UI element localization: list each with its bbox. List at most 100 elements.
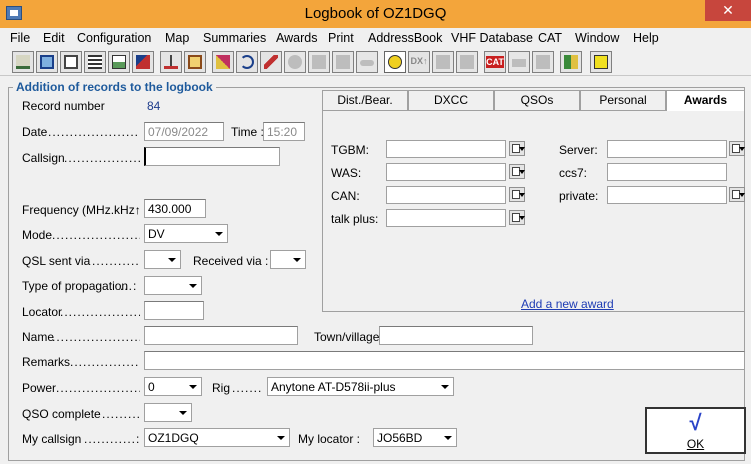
menu-summaries[interactable]: Summaries	[203, 31, 266, 45]
ok-button[interactable]: √ OK	[645, 407, 746, 454]
toolbar-btn-card[interactable]	[184, 51, 206, 73]
toolbar-btn-exit[interactable]	[560, 51, 582, 73]
chevron-down-icon[interactable]	[210, 225, 227, 242]
award-field-server[interactable]	[607, 140, 727, 158]
tab-dist-bear[interactable]: Dist./Bear.	[322, 90, 408, 110]
tab-awards[interactable]: Awards	[666, 90, 745, 111]
propagation-dots: ...:	[120, 279, 138, 293]
toolbar-btn-pencil[interactable]	[260, 51, 282, 73]
award-picker-was-icon[interactable]	[509, 164, 525, 179]
toolbar-btn-grid[interactable]	[84, 51, 106, 73]
menu-edit[interactable]: Edit	[43, 31, 65, 45]
toolbar-btn-dx[interactable]: DX↑	[408, 51, 430, 73]
toolbar-btn-logbook[interactable]	[12, 51, 34, 73]
grid-icon	[88, 55, 102, 69]
propagation-select[interactable]	[144, 276, 202, 295]
menu-window[interactable]: Window	[575, 31, 619, 45]
my-locator-select[interactable]: JO56BD	[373, 428, 457, 447]
toolbar-btn-disabled-7[interactable]	[532, 51, 554, 73]
add-award-link[interactable]: Add a new award	[521, 297, 614, 311]
chevron-down-icon[interactable]	[288, 251, 305, 268]
power-value: 0	[148, 380, 155, 394]
link-icon	[360, 60, 374, 66]
toolbar-btn-disabled-3[interactable]	[332, 51, 354, 73]
award-field-can[interactable]	[386, 186, 506, 204]
edit-icon	[216, 55, 230, 69]
my-locator-value: JO56BD	[377, 431, 423, 445]
square-icon	[460, 55, 474, 69]
toolbar-btn-disabled-1[interactable]	[284, 51, 306, 73]
toolbar-btn-keyboard[interactable]	[508, 51, 530, 73]
toolbar-btn-disabled-6[interactable]	[456, 51, 478, 73]
remarks-input[interactable]	[144, 351, 745, 370]
award-picker-talk-plus-icon[interactable]	[509, 210, 525, 225]
toolbar-btn-edit[interactable]	[212, 51, 234, 73]
callsign-input[interactable]	[144, 147, 280, 166]
award-picker-server-icon[interactable]	[729, 141, 745, 156]
award-field-was[interactable]	[386, 163, 506, 181]
redo-icon	[240, 55, 254, 69]
award-picker-private-icon[interactable]	[729, 187, 745, 202]
award-picker-tgbm-icon[interactable]	[509, 141, 525, 156]
exit-icon	[564, 55, 578, 69]
award-picker-can-icon[interactable]	[509, 187, 525, 202]
antenna-icon	[164, 55, 178, 69]
toolbar-btn-redo[interactable]	[236, 51, 258, 73]
rig-select[interactable]: Anytone AT-D578ii-plus	[267, 377, 454, 396]
chevron-down-icon[interactable]	[163, 251, 180, 268]
power-select[interactable]: 0	[144, 377, 202, 396]
close-button[interactable]: ✕	[705, 0, 751, 21]
my-callsign-select[interactable]: OZ1DGQ	[144, 428, 290, 447]
toolbar-btn-map[interactable]	[36, 51, 58, 73]
toolbar-btn-image[interactable]	[108, 51, 130, 73]
menu-file[interactable]: File	[10, 31, 30, 45]
toolbar-btn-disabled-4[interactable]	[356, 51, 378, 73]
menu-map[interactable]: Map	[165, 31, 189, 45]
chevron-down-icon[interactable]	[174, 404, 191, 421]
toolbar-btn-disabled-2[interactable]	[308, 51, 330, 73]
toolbar-btn-tools[interactable]	[132, 51, 154, 73]
my-locator-label: My locator :	[298, 432, 361, 446]
award-field-tgbm[interactable]	[386, 140, 506, 158]
tab-dxcc[interactable]: DXCC	[408, 90, 494, 110]
award-field-ccs7[interactable]	[607, 163, 727, 181]
menu-help[interactable]: Help	[633, 31, 659, 45]
toolbar-btn-antenna[interactable]	[160, 51, 182, 73]
received-via-select[interactable]	[270, 250, 306, 269]
award-label-was: WAS:	[331, 166, 362, 180]
menu-addressbook[interactable]: AddressBook	[368, 31, 442, 45]
toolbar-btn-disabled-5[interactable]	[432, 51, 454, 73]
toolbar-btn-help[interactable]	[590, 51, 612, 73]
qsl-sent-dots: ............:	[92, 254, 140, 268]
toolbar-btn-cat[interactable]: CAT	[484, 51, 506, 73]
menu-print[interactable]: Print	[328, 31, 354, 45]
chevron-down-icon[interactable]	[436, 378, 453, 395]
chevron-down-icon[interactable]	[272, 429, 289, 446]
frequency-input[interactable]: 430.000	[144, 199, 206, 218]
menu-vhf-database[interactable]: VHF Database	[451, 31, 533, 45]
toolbar-btn-calendar[interactable]	[60, 51, 82, 73]
menu-cat[interactable]: CAT	[538, 31, 562, 45]
town-label: Town/village	[314, 330, 380, 344]
award-field-private[interactable]	[607, 186, 727, 204]
chevron-down-icon[interactable]	[184, 277, 201, 294]
award-field-talk-plus[interactable]	[386, 209, 506, 227]
award-label-can: CAN:	[331, 189, 360, 203]
name-input[interactable]	[144, 326, 298, 345]
mode-select[interactable]: DV	[144, 224, 228, 243]
menu-awards[interactable]: Awards	[276, 31, 317, 45]
toolbar-btn-clock[interactable]	[384, 51, 406, 73]
tab-personal[interactable]: Personal	[580, 90, 666, 110]
town-input[interactable]	[379, 326, 533, 345]
time-field[interactable]: 15:20	[263, 122, 305, 141]
chevron-down-icon[interactable]	[439, 429, 456, 446]
qso-complete-select[interactable]	[144, 403, 192, 422]
qso-complete-label: QSO complete	[22, 407, 101, 421]
chevron-down-icon[interactable]	[184, 378, 201, 395]
tab-qsos[interactable]: QSOs	[494, 90, 580, 110]
qsl-sent-select[interactable]	[144, 250, 181, 269]
locator-input[interactable]	[144, 301, 204, 320]
rig-dots: .......	[232, 381, 263, 395]
date-field[interactable]: 07/09/2022	[144, 122, 224, 141]
menu-configuration[interactable]: Configuration	[77, 31, 151, 45]
